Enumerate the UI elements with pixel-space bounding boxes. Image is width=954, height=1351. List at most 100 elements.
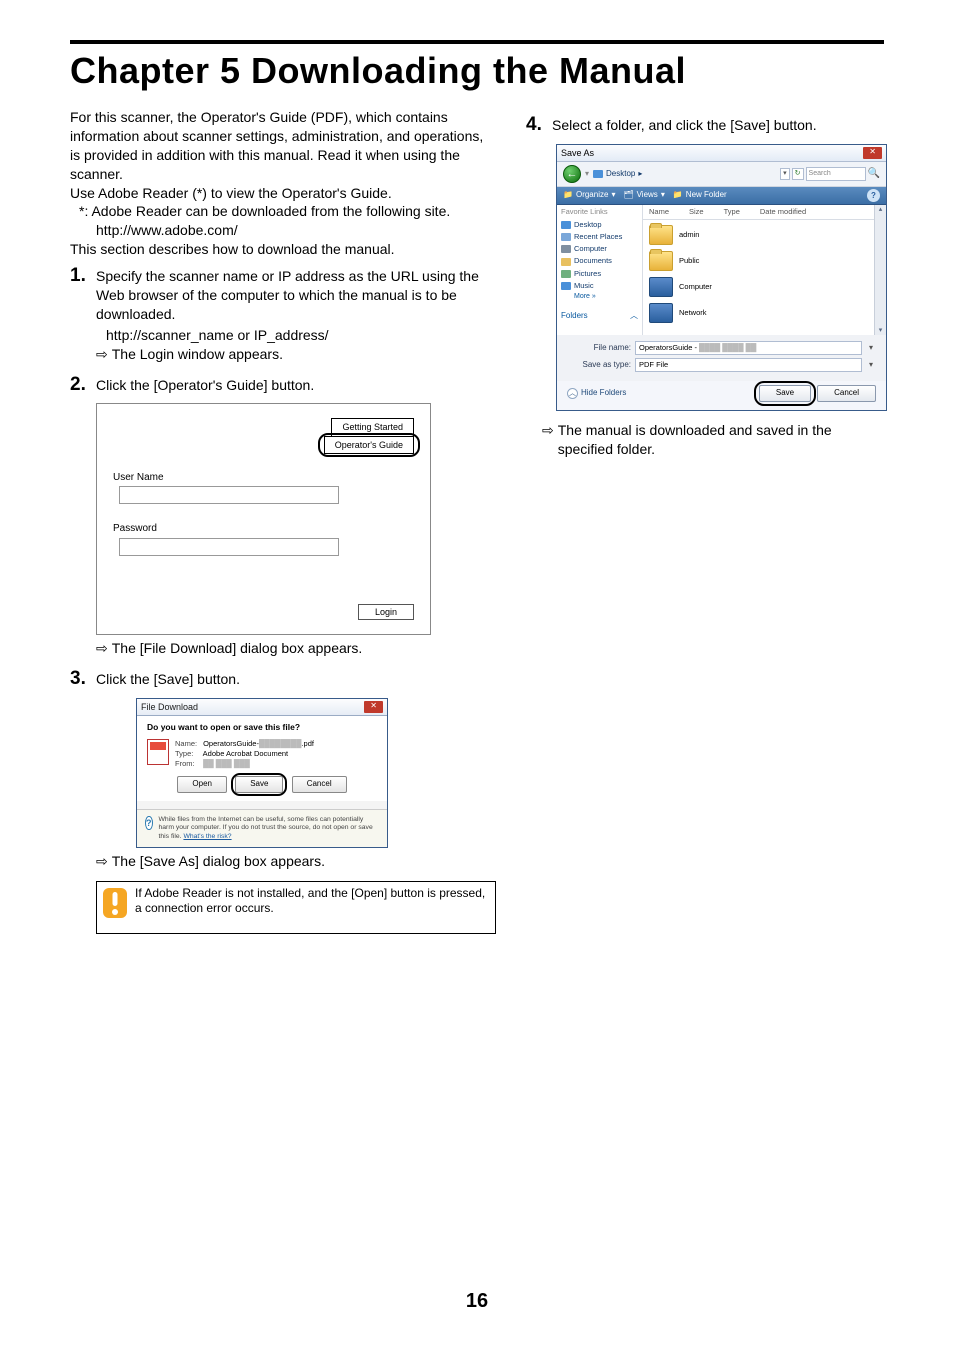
- step-number: 3.: [70, 668, 90, 690]
- sidebar-item-music[interactable]: Music: [561, 280, 638, 292]
- desktop-icon: [593, 170, 603, 178]
- username-label: User Name: [113, 471, 414, 485]
- chevron-down-icon[interactable]: ▾: [866, 343, 876, 354]
- new-folder-button[interactable]: 📁 New Folder: [673, 190, 727, 201]
- step-text: Click the [Operator's Guide] button.: [96, 374, 314, 395]
- list-item[interactable]: admin: [649, 222, 880, 248]
- organize-menu[interactable]: 📁 Organize ▾: [563, 190, 615, 201]
- result-text: The [File Download] dialog box appears.: [112, 639, 363, 658]
- result-text: The manual is downloaded and saved in th…: [558, 421, 887, 459]
- right-column: 4. Select a folder, and click the [Save]…: [526, 108, 887, 944]
- chevron-up-icon: ︿: [567, 388, 578, 399]
- result-arrow-icon: ⇨: [542, 421, 554, 459]
- password-label: Password: [113, 522, 414, 536]
- warning-text: If Adobe Reader is not installed, and th…: [133, 882, 495, 933]
- cancel-button[interactable]: Cancel: [292, 776, 347, 793]
- pdf-file-icon: [147, 739, 169, 765]
- page-number: 16: [0, 1290, 954, 1313]
- username-input[interactable]: [119, 486, 339, 504]
- password-input[interactable]: [119, 538, 339, 556]
- adobe-note: *: Adobe Reader can be downloaded from t…: [70, 202, 496, 221]
- step-text: Select a folder, and click the [Save] bu…: [552, 114, 817, 135]
- file-download-dialog: File Download ✕ Do you want to open or s…: [136, 698, 388, 848]
- result-text: The Login window appears.: [112, 345, 283, 364]
- adobe-url: http://www.adobe.com/: [70, 221, 496, 240]
- list-item[interactable]: Network: [649, 300, 880, 326]
- step-3-result: ⇨ The [Save As] dialog box appears.: [70, 852, 496, 871]
- close-icon[interactable]: ✕: [863, 147, 882, 159]
- warning-box: If Adobe Reader is not installed, and th…: [96, 881, 496, 934]
- sidebar-item-computer[interactable]: Computer: [561, 243, 638, 255]
- computer-icon: [649, 277, 673, 297]
- savetype-label: Save as type:: [567, 360, 631, 371]
- login-screenshot: Getting Started Operator's Guide User Na…: [96, 403, 431, 634]
- favorites-sidebar: Favorite Links Desktop Recent Places Com…: [557, 205, 643, 335]
- column-headers[interactable]: Name Size Type Date modified: [643, 205, 886, 220]
- step-text: Specify the scanner name or IP address a…: [96, 265, 496, 324]
- step-number: 4.: [526, 114, 546, 136]
- breadcrumb[interactable]: Desktop ▸: [593, 169, 642, 180]
- step-2: 2. Click the [Operator's Guide] button. …: [70, 374, 496, 658]
- cancel-button[interactable]: Cancel: [817, 385, 876, 402]
- open-button[interactable]: Open: [177, 776, 227, 793]
- step-1-result: ⇨ The Login window appears.: [70, 345, 496, 364]
- result-arrow-icon: ⇨: [96, 345, 108, 364]
- filename-input[interactable]: OperatorsGuide -████ ████ ██: [635, 341, 862, 355]
- chapter-title: Chapter 5 Downloading the Manual: [70, 50, 884, 92]
- sidebar-more[interactable]: More »: [561, 292, 638, 301]
- step-1-url: http://scanner_name or IP_address/: [70, 326, 496, 345]
- step-number: 1.: [70, 265, 90, 287]
- security-warning-text: While files from the Internet can be use…: [159, 816, 380, 840]
- dialog-question: Do you want to open or save this file?: [147, 722, 377, 733]
- savetype-select[interactable]: PDF File: [635, 358, 862, 372]
- intro-paragraph-3: This section describes how to download t…: [70, 240, 496, 259]
- sidebar-item-desktop[interactable]: Desktop: [561, 219, 638, 231]
- save-as-dialog: Save As ✕ ← ▾ Desktop ▸ ▾ ↻: [556, 144, 887, 411]
- close-icon[interactable]: ✕: [364, 701, 383, 713]
- step-text: Click the [Save] button.: [96, 668, 240, 689]
- sidebar-folders-toggle[interactable]: Folders︿: [561, 311, 638, 322]
- step-4: 4. Select a folder, and click the [Save]…: [526, 114, 887, 459]
- dialog-title: Save As: [561, 147, 594, 159]
- intro-paragraph-1: For this scanner, the Operator's Guide (…: [70, 108, 496, 184]
- sidebar-header: Favorite Links: [561, 207, 638, 217]
- result-text: The [Save As] dialog box appears.: [112, 852, 325, 871]
- network-icon: [649, 303, 673, 323]
- list-item[interactable]: Computer: [649, 274, 880, 300]
- chevron-right-icon: ▸: [638, 169, 642, 180]
- result-arrow-icon: ⇨: [96, 639, 108, 658]
- folder-icon: [649, 251, 673, 271]
- sidebar-item-pictures[interactable]: Pictures: [561, 268, 638, 280]
- operators-guide-button[interactable]: Operator's Guide: [324, 436, 414, 454]
- dialog-title: File Download: [141, 701, 198, 713]
- step-3: 3. Click the [Save] button. File Downloa…: [70, 668, 496, 934]
- folder-icon: [649, 225, 673, 245]
- step-4-result: ⇨ The manual is downloaded and saved in …: [526, 421, 887, 459]
- whats-the-risk-link[interactable]: What's the risk?: [183, 833, 231, 840]
- sidebar-item-recent[interactable]: Recent Places: [561, 231, 638, 243]
- warning-icon: [97, 882, 133, 933]
- step-number: 2.: [70, 374, 90, 396]
- save-button[interactable]: Save: [235, 776, 283, 793]
- step-2-result: ⇨ The [File Download] dialog box appears…: [70, 639, 496, 658]
- back-icon[interactable]: ←: [563, 165, 581, 183]
- hide-folders-toggle[interactable]: ︿Hide Folders: [567, 388, 626, 399]
- result-arrow-icon: ⇨: [96, 852, 108, 871]
- intro-paragraph-2: Use Adobe Reader (*) to view the Operato…: [70, 184, 496, 203]
- views-menu[interactable]: 🗂 Views ▾: [623, 190, 664, 201]
- left-column: For this scanner, the Operator's Guide (…: [70, 108, 496, 944]
- chevron-down-icon[interactable]: ▾: [866, 360, 876, 371]
- shield-question-icon: ?: [145, 816, 153, 830]
- sidebar-item-documents[interactable]: Documents: [561, 255, 638, 267]
- file-meta: Name: OperatorsGuide-████████.pdf Type: …: [175, 739, 314, 768]
- list-item[interactable]: Public: [649, 248, 880, 274]
- search-icon[interactable]: 🔍: [868, 167, 880, 181]
- step-1: 1. Specify the scanner name or IP addres…: [70, 265, 496, 363]
- search-input[interactable]: [806, 167, 866, 181]
- top-rule: [70, 40, 884, 44]
- scrollbar[interactable]: [874, 205, 886, 335]
- save-button[interactable]: Save: [759, 385, 811, 402]
- login-button[interactable]: Login: [358, 604, 414, 620]
- help-icon[interactable]: ?: [867, 189, 880, 202]
- filename-label: File name:: [567, 343, 631, 354]
